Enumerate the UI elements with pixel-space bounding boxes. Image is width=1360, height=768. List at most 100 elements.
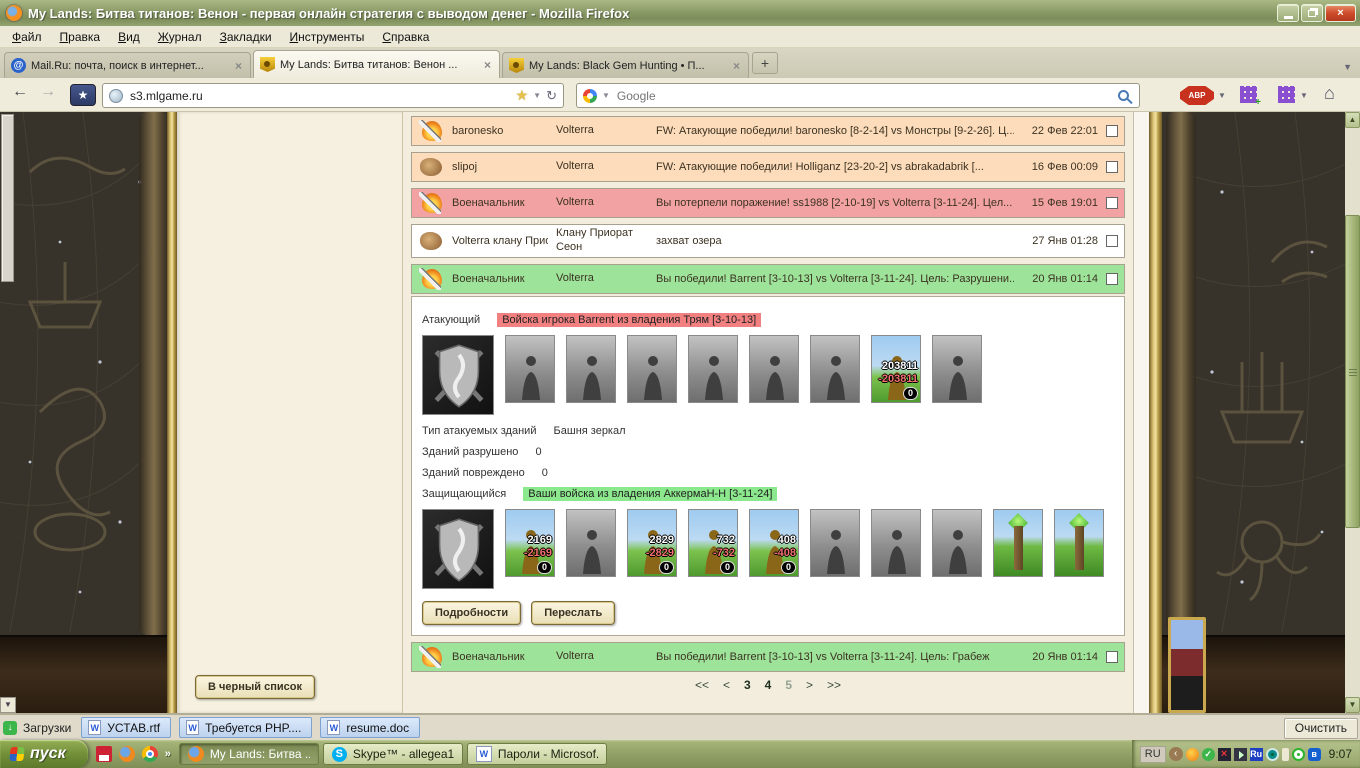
screen: My Lands: Битва титанов: Венон - первая … (0, 0, 1360, 768)
inner-scrollbar-down-icon[interactable]: ▼ (0, 697, 16, 713)
tray-punto-icon[interactable]: Ru (1250, 748, 1263, 761)
page-next[interactable]: > (806, 678, 813, 692)
battle-report-detail: Атакующий Войска игрока Barrent из владе… (411, 296, 1125, 636)
building-type-label: Тип атакуемых зданий (422, 425, 536, 437)
message-checkbox[interactable] (1106, 651, 1118, 663)
mail-row[interactable]: Военачальник Volterra Вы победили! Barre… (411, 264, 1125, 294)
tray-qip-icon[interactable] (1186, 748, 1199, 761)
tray-antivirus-icon[interactable] (1202, 748, 1215, 761)
adblock-icon[interactable]: ABP (1180, 86, 1214, 105)
restore-button[interactable] (1301, 4, 1323, 22)
tray-player-icon[interactable] (1266, 748, 1279, 761)
window-scrollbar[interactable]: ▲ ▼ (1345, 112, 1360, 713)
menu-item[interactable]: Правка (52, 28, 109, 46)
scrollbar-up-icon[interactable]: ▲ (1345, 112, 1360, 128)
tray-bluetooth-icon[interactable] (1308, 748, 1321, 761)
task-skype[interactable]: Skype™ - allegea1 (323, 743, 463, 765)
mail-row[interactable]: baronesko Volterra FW: Атакующие победил… (411, 116, 1125, 146)
page-4[interactable]: 4 (765, 678, 772, 692)
message-checkbox[interactable] (1106, 273, 1118, 285)
word-document-icon (327, 720, 340, 735)
quick-launch-overflow-icon[interactable]: » (165, 748, 171, 760)
message-checkbox[interactable] (1106, 161, 1118, 173)
new-tab-button[interactable]: + (752, 52, 778, 74)
downloads-icon[interactable] (3, 721, 17, 735)
language-indicator[interactable]: RU (1140, 746, 1166, 763)
extension-dropdown-icon[interactable]: ▼ (1300, 91, 1308, 100)
download-file[interactable]: Требуется PHP.... (179, 717, 312, 738)
extension-grid-icon[interactable] (1278, 86, 1295, 103)
search-input[interactable] (615, 88, 1113, 104)
tray-network-error-icon[interactable] (1218, 748, 1231, 761)
unit-king (505, 335, 555, 403)
page-last[interactable]: >> (827, 678, 841, 692)
home-button[interactable]: ⌂ (1324, 83, 1335, 104)
tab-mylands-bgh[interactable]: My Lands: Black Gem Hunting • П... × (502, 52, 749, 78)
tray-update-icon[interactable] (1292, 748, 1305, 761)
tab-close-icon[interactable]: × (731, 59, 742, 73)
mail-row[interactable]: slipoj Volterra FW: Атакующие победили! … (411, 152, 1125, 182)
task-mylands[interactable]: My Lands: Битва ... (179, 743, 319, 765)
start-button[interactable]: пуск (0, 740, 88, 768)
menu-item[interactable]: Инструменты (282, 28, 373, 46)
search-engine-dropdown-icon[interactable]: ▼ (602, 91, 610, 100)
save-launcher-icon[interactable] (96, 746, 112, 762)
mail-row[interactable]: Volterra клану Приор Клану Приорат Сеон … (411, 224, 1125, 258)
tab-mailru[interactable]: Mail.Ru: почта, поиск в интернет... × (4, 52, 251, 78)
tab-close-icon[interactable]: × (482, 58, 493, 72)
tray-umbrella-icon[interactable] (1282, 748, 1289, 761)
download-file[interactable]: УСТАВ.rtf (81, 717, 171, 738)
chrome-launcher-icon[interactable] (142, 746, 158, 762)
inner-scrollbar[interactable] (1133, 112, 1149, 713)
blacklist-button[interactable]: В черный список (195, 675, 315, 699)
downloads-clear-button[interactable]: Очистить (1284, 718, 1358, 739)
url-input[interactable] (128, 88, 511, 104)
bookmark-star-icon[interactable]: ★ (516, 87, 529, 104)
menu-item[interactable]: Файл (4, 28, 50, 46)
mail-row[interactable]: Военачальник Volterra Вы победили! Barre… (411, 642, 1125, 672)
defender-value: Ваши войска из владения АккермаН-Н [3-11… (523, 487, 777, 501)
firefox-launcher-icon[interactable] (119, 746, 135, 762)
tray-collapse-icon[interactable]: ‹ (1169, 747, 1183, 761)
task-word[interactable]: Пароли - Microsof... (467, 743, 607, 765)
url-dropdown-icon[interactable]: ▼ (533, 91, 541, 100)
url-bar: ★ ▼ ↻ (102, 83, 564, 108)
back-button[interactable]: ← (12, 83, 28, 101)
search-icon[interactable] (1118, 90, 1129, 101)
mail-row[interactable]: Военачальник Volterra Вы потерпели пораж… (411, 188, 1125, 218)
message-checkbox[interactable] (1106, 235, 1118, 247)
message-subject: Вы победили! Barrent [3-10-13] vs Volter… (656, 273, 1014, 285)
scrollbar-thumb[interactable] (1345, 215, 1360, 528)
message-checkbox[interactable] (1106, 197, 1118, 209)
menu-item[interactable]: Закладки (212, 28, 280, 46)
forward-button[interactable]: Переслать (531, 601, 615, 625)
menu-item[interactable]: Справка (374, 28, 437, 46)
message-checkbox[interactable] (1106, 125, 1118, 137)
window-title: My Lands: Битва титанов: Венон - первая … (28, 6, 1354, 21)
page-first[interactable]: << (695, 678, 709, 692)
reload-icon[interactable]: ↻ (546, 88, 557, 104)
unit-remaining-badge: 0 (720, 561, 735, 574)
page-3[interactable]: 3 (744, 678, 751, 692)
details-button[interactable]: Подробности (422, 601, 521, 625)
message-subject: FW: Атакующие победили! Holliganz [23-20… (656, 161, 1014, 173)
page-prev[interactable]: < (723, 678, 730, 692)
bookmarks-button[interactable]: ★ (70, 84, 96, 106)
message-subject: захват озера (656, 235, 1014, 247)
message-type-icon (418, 645, 444, 669)
extension-add-icon[interactable] (1240, 86, 1257, 103)
tab-mylands-venon[interactable]: My Lands: Битва титанов: Венон ... × (253, 50, 500, 78)
tray-network-icon[interactable] (1234, 748, 1247, 761)
inner-scrollbar-thumb[interactable] (1, 114, 14, 282)
minimize-button[interactable] (1277, 4, 1299, 22)
menu-item[interactable]: Вид (110, 28, 148, 46)
close-button[interactable]: × (1325, 4, 1356, 22)
adblock-dropdown-icon[interactable]: ▼ (1218, 91, 1226, 100)
taskbar: пуск » My Lands: Битва ... Skype™ - alle… (0, 740, 1360, 768)
forward-button[interactable]: → (40, 83, 56, 101)
download-file[interactable]: resume.doc (320, 717, 420, 738)
scrollbar-down-icon[interactable]: ▼ (1345, 697, 1360, 713)
menu-item[interactable]: Журнал (150, 28, 210, 46)
tab-close-icon[interactable]: × (233, 59, 244, 73)
page-5[interactable]: 5 (785, 678, 792, 692)
